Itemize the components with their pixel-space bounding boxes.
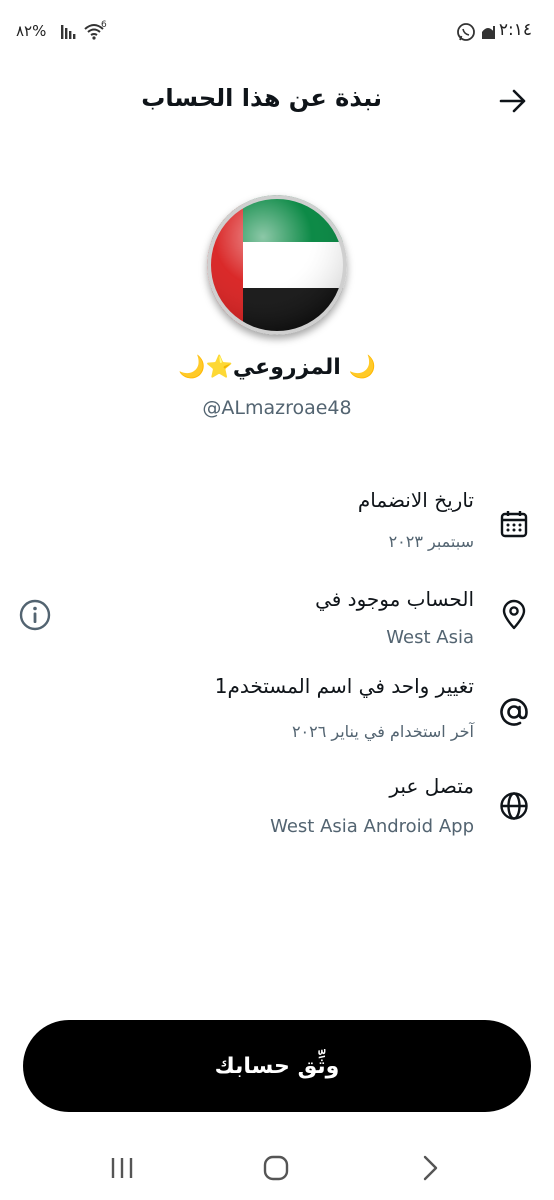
back-chevron-icon <box>423 1155 438 1181</box>
battery-level: %٨٢ <box>16 22 47 40</box>
recents-button[interactable] <box>104 1150 140 1186</box>
row-subtitle: West Asia Android App <box>270 816 474 837</box>
row-subtitle: سبتمبر ٢٠٢٣ <box>388 532 474 551</box>
display-name: 🌙 المزروعي⭐🌙 <box>178 355 376 380</box>
status-time: ٢:١٤ <box>498 20 532 40</box>
uae-flag-image <box>207 195 347 335</box>
at-sign-icon <box>500 698 528 726</box>
page-title: نبذة عن هذا الحساب <box>141 84 382 112</box>
row-title: تغيير واحد في اسم المستخدم1 <box>214 674 474 698</box>
calendar-icon <box>500 511 528 538</box>
row-subtitle: West Asia <box>386 627 474 648</box>
verify-account-button[interactable]: وثِّق حسابك <box>23 1020 531 1112</box>
row-subtitle: آخر استخدام في يناير ٢٠٢٦ <box>291 722 474 741</box>
row-title: تاريخ الانضمام <box>357 488 474 512</box>
info-row-joined: تاريخ الانضمام سبتمبر ٢٠٢٣ <box>0 484 554 564</box>
info-row-username-changes: تغيير واحد في اسم المستخدم1 آخر استخدام … <box>0 672 554 752</box>
nav-back-button[interactable] <box>412 1150 448 1186</box>
info-row-location: الحساب موجود في West Asia <box>0 585 554 665</box>
recents-icon <box>111 1158 133 1178</box>
info-button[interactable] <box>18 598 52 632</box>
status-bar: ٢:١٤ %٨٢ 6 <box>0 0 554 60</box>
wifi-badge: 6 <box>101 20 107 30</box>
info-icon <box>19 599 51 631</box>
location-pin-icon <box>502 599 526 630</box>
whatsapp-icon <box>456 22 476 46</box>
avatar[interactable] <box>207 195 347 335</box>
row-title: متصل عبر <box>389 774 474 798</box>
home-button[interactable] <box>258 1150 294 1186</box>
home-icon <box>263 1155 289 1181</box>
back-button[interactable] <box>498 86 528 116</box>
row-title: الحساب موجود في <box>315 587 474 611</box>
globe-icon <box>500 792 528 820</box>
info-row-connected-via: متصل عبر West Asia Android App <box>0 772 554 852</box>
signal-icon <box>60 22 78 44</box>
mosque-icon <box>480 22 496 44</box>
arrow-right-icon <box>499 89 526 113</box>
user-handle: @ALmazroae48 <box>202 397 352 419</box>
